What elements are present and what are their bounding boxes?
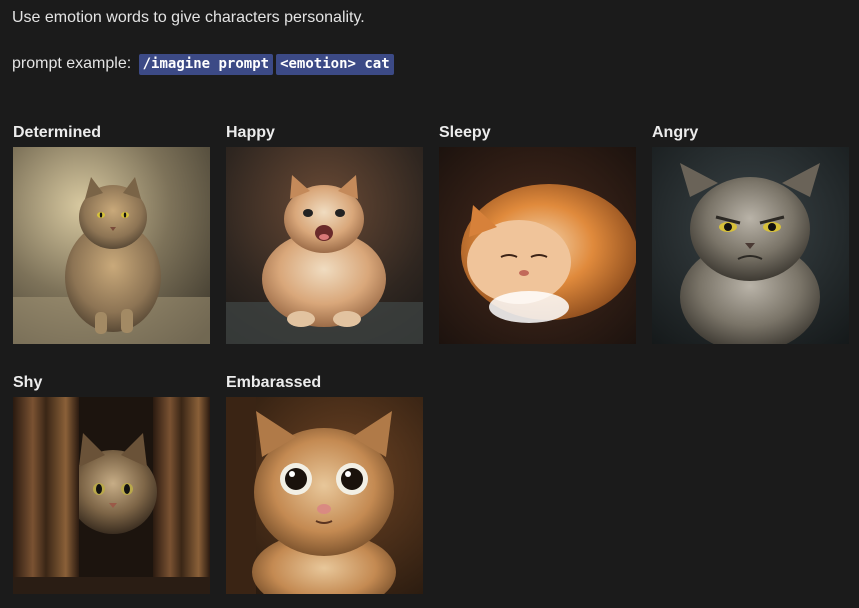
gallery-item-shy: Shy [13,373,210,594]
intro-text: Use emotion words to give characters per… [12,9,365,26]
gallery-item-sleepy: Sleepy [439,123,636,344]
gallery-label-shy: Shy [13,374,43,391]
happy-cat-image [226,147,423,344]
angry-cat-image [652,147,849,344]
gallery-label-embarassed: Embarassed [226,374,322,391]
gallery-item-angry: Angry [652,123,849,344]
code-imagine-prompt: /imagine prompt [138,54,274,75]
prompt-example: prompt example: /imagine prompt <emotion>… [12,53,394,75]
gallery-label-happy: Happy [226,124,275,141]
embarassed-cat-image [226,397,423,594]
determined-cat-image [13,147,210,344]
gallery-item-determined: Determined [13,123,210,344]
gallery-label-determined: Determined [13,124,102,141]
gallery-item-happy: Happy [226,123,423,344]
code-emotion-cat: <emotion> cat [276,54,394,75]
gallery-label-angry: Angry [652,124,699,141]
gallery-item-embarassed: Embarassed [226,373,423,594]
shy-cat-image [13,397,210,594]
prompt-example-label: prompt example: [12,55,132,72]
sleepy-cat-image [439,147,636,344]
gallery-label-sleepy: Sleepy [439,124,491,141]
